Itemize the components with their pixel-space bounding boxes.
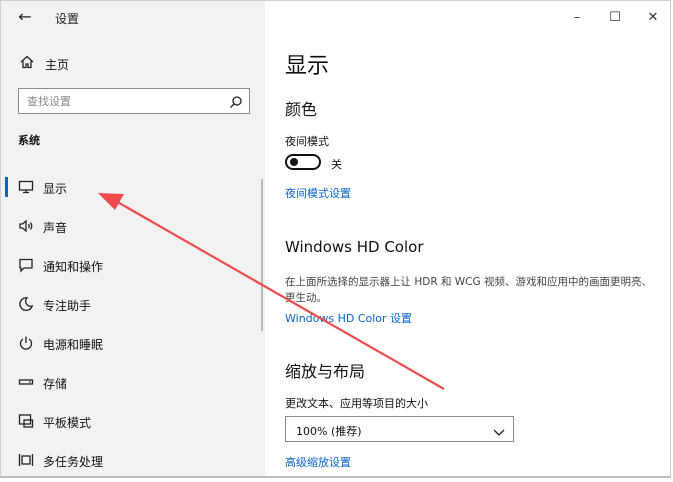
night-mode-state: 关 — [331, 158, 342, 171]
scale-value: 100% (推荐) — [296, 425, 362, 438]
back-arrow-icon[interactable]: ← — [15, 7, 35, 27]
hdr-heading: Windows HD Color — [285, 238, 424, 256]
color-heading: 颜色 — [285, 100, 318, 119]
sidebar: ← 设置 主页 系统 显示 声音 — [1, 1, 265, 476]
home-nav-item[interactable]: 主页 — [17, 53, 237, 75]
search-box[interactable] — [18, 88, 250, 114]
sidebar-item-label: 存储 — [43, 377, 68, 391]
scale-label: 更改文本、应用等项目的大小 — [285, 397, 428, 410]
sidebar-item-storage[interactable]: 存储 — [1, 363, 263, 401]
sidebar-item-label: 通知和操作 — [43, 260, 104, 274]
close-button[interactable]: ✕ — [643, 9, 663, 27]
sidebar-item-sound[interactable]: 声音 — [1, 207, 263, 245]
multitasking-icon — [18, 452, 34, 468]
night-mode-settings-link[interactable]: 夜间模式设置 — [285, 185, 351, 201]
sidebar-item-focus-assist[interactable]: 专注助手 — [1, 285, 263, 323]
sidebar-item-label: 显示 — [43, 182, 68, 196]
selection-indicator — [5, 177, 8, 197]
chevron-down-icon — [493, 423, 505, 436]
page-title: 显示 — [285, 54, 330, 79]
main-content: – ☐ ✕ 显示 颜色 夜间模式 关 夜间模式设置 Windows HD Col… — [265, 1, 670, 476]
scale-dropdown[interactable]: 100% (推荐) — [285, 416, 514, 442]
home-icon — [19, 54, 35, 70]
speaker-icon — [18, 218, 34, 234]
advanced-scaling-link[interactable]: 高级缩放设置 — [285, 454, 351, 470]
search-icon[interactable] — [229, 94, 243, 108]
sidebar-scrollbar[interactable] — [261, 179, 263, 331]
app-title: 设置 — [55, 12, 80, 26]
night-mode-toggle[interactable] — [285, 154, 321, 170]
section-title: 系统 — [18, 134, 40, 147]
notification-icon — [18, 257, 34, 273]
title-bar: ← 设置 — [1, 1, 265, 33]
scale-heading: 缩放与布局 — [285, 362, 366, 381]
power-icon — [18, 335, 34, 351]
toggle-knob — [290, 158, 298, 166]
storage-icon — [18, 374, 34, 390]
sidebar-item-label: 专注助手 — [43, 299, 92, 313]
sidebar-item-power-sleep[interactable]: 电源和睡眠 — [1, 324, 263, 362]
hdr-settings-link[interactable]: Windows HD Color 设置 — [285, 310, 412, 326]
sidebar-item-label: 电源和睡眠 — [43, 338, 104, 352]
search-input[interactable] — [19, 89, 227, 113]
home-label: 主页 — [45, 58, 70, 72]
settings-window: ← 设置 主页 系统 显示 声音 — [0, 0, 671, 478]
sidebar-item-label: 多任务处理 — [43, 455, 104, 469]
sidebar-item-notifications[interactable]: 通知和操作 — [1, 246, 263, 284]
night-mode-label: 夜间模式 — [285, 135, 329, 148]
maximize-button[interactable]: ☐ — [605, 9, 625, 27]
moon-icon — [18, 296, 34, 312]
tablet-mode-icon — [18, 413, 34, 429]
sidebar-item-tablet-mode[interactable]: 平板模式 — [1, 402, 263, 440]
sidebar-item-display[interactable]: 显示 — [1, 168, 263, 206]
sidebar-item-label: 平板模式 — [43, 416, 92, 430]
sidebar-item-multitasking[interactable]: 多任务处理 — [1, 441, 263, 476]
minimize-button[interactable]: – — [567, 9, 587, 27]
sidebar-item-label: 声音 — [43, 221, 68, 235]
monitor-icon — [18, 179, 34, 195]
hdr-description: 在上面所选择的显示器上让 HDR 和 WCG 视频、游戏和应用中的画面更明亮、更… — [285, 276, 652, 304]
